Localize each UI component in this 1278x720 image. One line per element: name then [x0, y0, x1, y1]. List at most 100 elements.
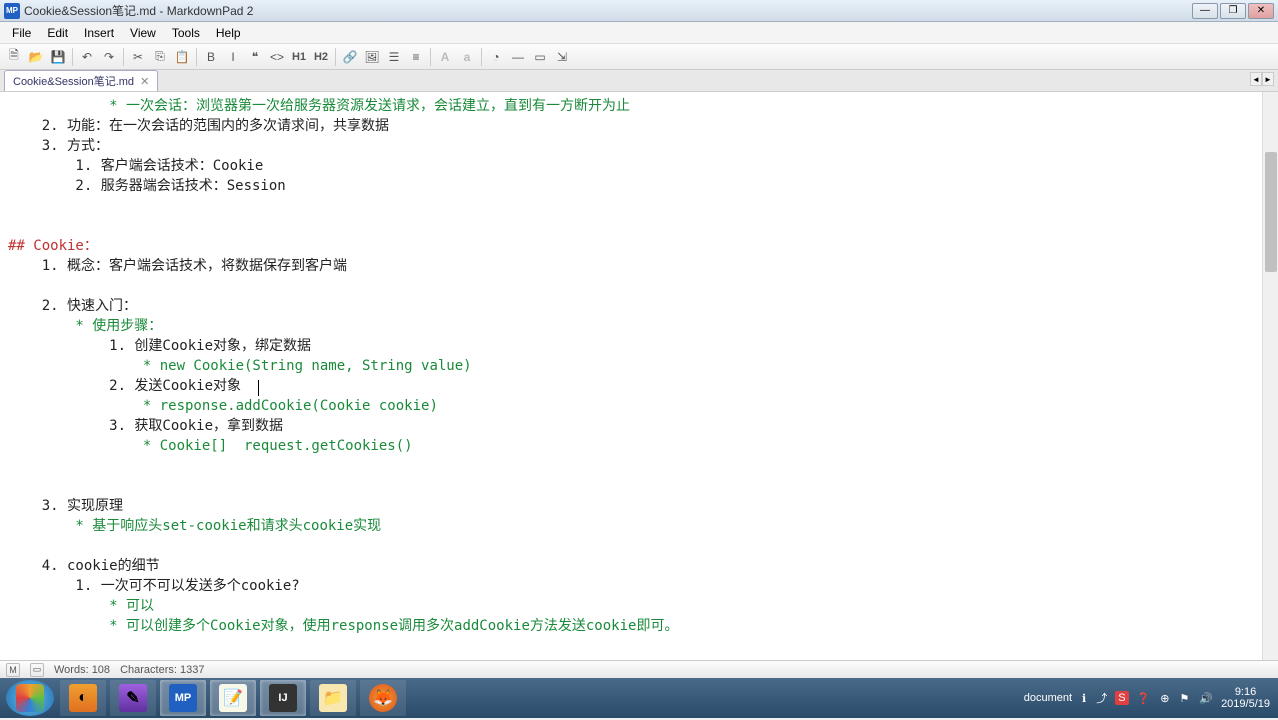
scrollbar-thumb[interactable]	[1265, 152, 1277, 272]
app-icon: MP	[4, 3, 20, 19]
text: 1. 概念：客户端会话技术，将数据保存到客户端	[8, 258, 347, 274]
italic-icon[interactable]: I	[223, 47, 243, 67]
text: new Cookie(String name, String value)	[160, 358, 472, 374]
text: 1. 客户端会话技术：Cookie	[8, 158, 263, 174]
char-count: Characters: 1337	[120, 664, 204, 676]
text: 2. 发送Cookie对象	[8, 378, 241, 394]
menu-file[interactable]: File	[4, 24, 39, 42]
undo-icon[interactable]: ↶	[77, 47, 97, 67]
close-button[interactable]: ✕	[1248, 3, 1274, 19]
ul-icon[interactable]: ☰	[384, 47, 404, 67]
tab-close-icon[interactable]: ✕	[140, 75, 149, 88]
editor-tab[interactable]: Cookie&Session笔记.md ✕	[4, 70, 158, 91]
text: 基于响应头set-cookie和请求头cookie实现	[92, 518, 381, 534]
redo-icon[interactable]: ↷	[99, 47, 119, 67]
tray-date[interactable]: 2019/5/19	[1221, 698, 1270, 710]
tray-flag-icon[interactable]: ⚑	[1177, 692, 1191, 705]
toolbar-separator	[430, 48, 431, 66]
taskbar-intellij[interactable]: IJ	[260, 680, 306, 716]
toolbar-separator	[123, 48, 124, 66]
tray-icon-4[interactable]: ⊕	[1158, 692, 1171, 705]
book-icon[interactable]: ▭	[30, 663, 44, 677]
menu-insert[interactable]: Insert	[76, 24, 122, 42]
menu-edit[interactable]: Edit	[39, 24, 76, 42]
text: 4. cookie的细节	[8, 558, 160, 574]
preview-icon[interactable]: ▭	[530, 47, 550, 67]
toolbar: 🗎📂💾 ↶↷ ✂⎘📋 BI❝<>H1H2 🔗🖼☰≡ Aa ◔—▭⇲	[0, 44, 1278, 70]
font-up-icon[interactable]: A	[435, 47, 455, 67]
text: *	[8, 398, 160, 414]
copy-icon[interactable]: ⎘	[150, 47, 170, 67]
tray-time[interactable]: 9:16	[1221, 686, 1270, 698]
code-icon[interactable]: <>	[267, 47, 287, 67]
menu-help[interactable]: Help	[208, 24, 249, 42]
tray-volume-icon[interactable]: 🔊	[1197, 692, 1215, 705]
editor-area[interactable]: * 一次会话：浏览器第一次给服务器资源发送请求，会话建立，直到有一方断开为止 2…	[0, 92, 1262, 660]
word-count: Words: 108	[54, 664, 110, 676]
text: 2. 快速入门：	[8, 298, 137, 314]
text: *	[8, 518, 92, 534]
title-bar: MP Cookie&Session笔记.md - MarkdownPad 2 —…	[0, 0, 1278, 22]
text: *	[8, 358, 160, 374]
taskbar-firefox[interactable]: 🦊	[360, 680, 406, 716]
tab-prev-icon[interactable]: ◄	[1250, 72, 1262, 86]
status-bar: M ▭ Words: 108 Characters: 1337	[0, 660, 1278, 678]
open-file-icon[interactable]: 📂	[26, 47, 46, 67]
hr-icon[interactable]: —	[508, 47, 528, 67]
menu-view[interactable]: View	[122, 24, 164, 42]
text: 3. 方式：	[8, 138, 109, 154]
taskbar-explorer[interactable]: 📁	[310, 680, 356, 716]
start-button[interactable]	[6, 680, 54, 716]
toolbar-separator	[72, 48, 73, 66]
quote-icon[interactable]: ❝	[245, 47, 265, 67]
minimize-button[interactable]: —	[1192, 3, 1218, 19]
cut-icon[interactable]: ✂	[128, 47, 148, 67]
tray-icon-2[interactable]: ⤴	[1094, 690, 1109, 706]
text: *	[8, 438, 160, 454]
toolbar-separator	[481, 48, 482, 66]
text: 1. 一次可不可以发送多个cookie?	[8, 578, 300, 594]
browser-icon[interactable]: ⇲	[552, 47, 572, 67]
h1-icon[interactable]: H1	[289, 47, 309, 67]
font-down-icon[interactable]: a	[457, 47, 477, 67]
ol-icon[interactable]: ≡	[406, 47, 426, 67]
tab-next-icon[interactable]: ►	[1262, 72, 1274, 86]
tab-bar: Cookie&Session笔记.md ✕ ◄ ►	[0, 70, 1278, 92]
link-icon[interactable]: 🔗	[340, 47, 360, 67]
image-icon[interactable]: 🖼	[362, 47, 382, 67]
tray-sogou-icon[interactable]: S	[1115, 691, 1128, 705]
taskbar-notepad[interactable]: 📝	[210, 680, 256, 716]
text: *	[8, 318, 92, 334]
menu-tools[interactable]: Tools	[164, 24, 208, 42]
taskbar-markdownpad[interactable]: MP	[160, 680, 206, 716]
taskbar-app-1[interactable]: ◐	[60, 680, 106, 716]
menu-bar: File Edit Insert View Tools Help	[0, 22, 1278, 44]
text: 2. 服务器端会话技术：Session	[8, 178, 286, 194]
tab-label: Cookie&Session笔记.md	[13, 73, 134, 89]
paste-icon[interactable]: 📋	[172, 47, 192, 67]
text: 3. 实现原理	[8, 498, 123, 514]
maximize-button[interactable]: ❐	[1220, 3, 1246, 19]
text-cursor	[258, 380, 259, 396]
text: 使用步骤：	[92, 318, 162, 334]
taskbar: ◐ ✎ MP 📝 IJ 📁 🦊 document ℹ ⤴ S ❓ ⊕ ⚑ 🔊 9…	[0, 678, 1278, 718]
timestamp-icon[interactable]: ◔	[486, 47, 506, 67]
h2-icon[interactable]: H2	[311, 47, 331, 67]
window-title: Cookie&Session笔记.md - MarkdownPad 2	[24, 2, 1192, 19]
toolbar-separator	[335, 48, 336, 66]
system-tray: document ℹ ⤴ S ❓ ⊕ ⚑ 🔊 9:16 2019/5/19	[1016, 686, 1276, 710]
bold-icon[interactable]: B	[201, 47, 221, 67]
tray-doc-label[interactable]: document	[1022, 692, 1074, 704]
text: 3. 获取Cookie，拿到数据	[8, 418, 283, 434]
taskbar-app-2[interactable]: ✎	[110, 680, 156, 716]
tray-icon-1[interactable]: ℹ	[1080, 692, 1088, 705]
new-file-icon[interactable]: 🗎	[4, 47, 24, 67]
save-icon[interactable]: 💾	[48, 47, 68, 67]
vertical-scrollbar[interactable]	[1262, 92, 1278, 660]
toolbar-separator	[196, 48, 197, 66]
text: 1. 创建Cookie对象，绑定数据	[8, 338, 311, 354]
windows-logo-icon	[16, 684, 44, 712]
text: *	[8, 98, 126, 114]
markdown-icon[interactable]: M	[6, 663, 20, 677]
tray-icon-3[interactable]: ❓	[1135, 692, 1153, 705]
